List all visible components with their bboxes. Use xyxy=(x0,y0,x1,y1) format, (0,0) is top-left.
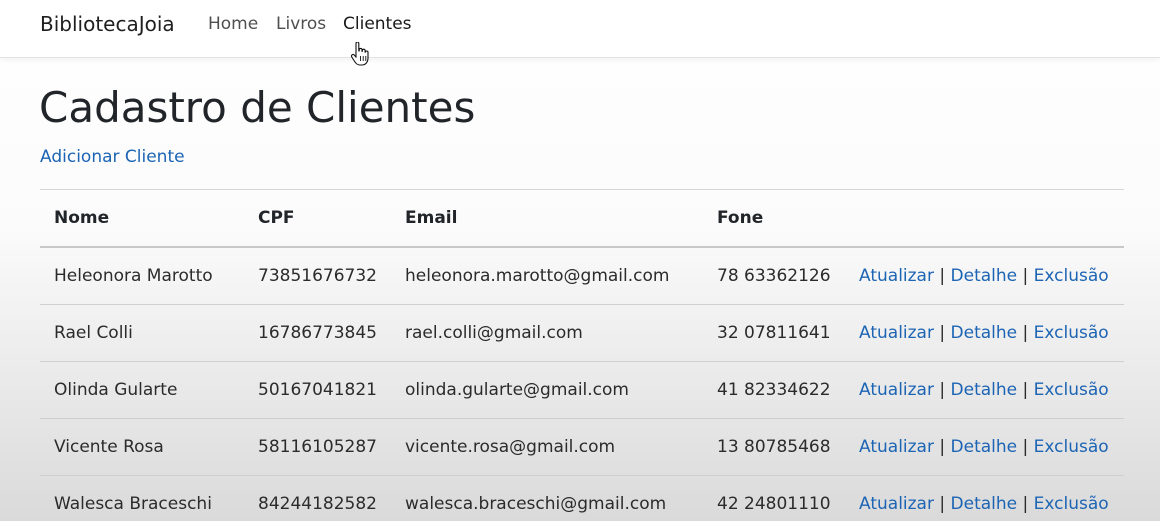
cell-cpf: 58116105287 xyxy=(244,418,391,476)
add-client-link[interactable]: Adicionar Cliente xyxy=(40,145,185,169)
header-fone: Fone xyxy=(703,189,845,248)
table-header-row: Nome CPF Email Fone xyxy=(40,189,1124,248)
nav-clientes-link[interactable]: Clientes xyxy=(343,12,412,36)
delete-link[interactable]: Exclusão xyxy=(1034,323,1109,343)
header-cpf: CPF xyxy=(244,189,391,248)
clients-table: Nome CPF Email Fone Heleonora Marotto 73… xyxy=(40,189,1124,521)
cell-actions: Atualizar | Detalhe | Exclusão xyxy=(845,361,1124,419)
cell-cpf: 50167041821 xyxy=(244,361,391,419)
table-row: Heleonora Marotto 73851676732 heleonora.… xyxy=(40,247,1124,305)
update-link[interactable]: Atualizar xyxy=(859,323,934,343)
detail-link[interactable]: Detalhe xyxy=(951,494,1018,514)
separator: | xyxy=(1022,266,1029,286)
page-title: Cadastro de Clientes xyxy=(39,83,476,132)
update-link[interactable]: Atualizar xyxy=(859,494,934,514)
brand-link[interactable]: BibliotecaJoia xyxy=(40,10,175,38)
cell-email: olinda.gularte@gmail.com xyxy=(391,361,703,419)
cell-fone: 42 24801110 xyxy=(703,475,845,521)
table-row: Vicente Rosa 58116105287 vicente.rosa@gm… xyxy=(40,418,1124,476)
cell-email: vicente.rosa@gmail.com xyxy=(391,418,703,476)
cell-actions: Atualizar | Detalhe | Exclusão xyxy=(845,247,1124,305)
detail-link[interactable]: Detalhe xyxy=(951,323,1018,343)
nav-home-link[interactable]: Home xyxy=(208,12,258,36)
separator: | xyxy=(1022,323,1029,343)
cell-actions: Atualizar | Detalhe | Exclusão xyxy=(845,475,1124,521)
navbar: BibliotecaJoia Home Livros Clientes xyxy=(0,0,1160,58)
separator: | xyxy=(1022,380,1029,400)
cell-nome: Heleonora Marotto xyxy=(40,247,244,305)
separator: | xyxy=(939,323,946,343)
cell-email: rael.colli@gmail.com xyxy=(391,304,703,362)
separator: | xyxy=(939,380,946,400)
separator: | xyxy=(1022,494,1029,514)
header-actions xyxy=(845,189,1124,248)
separator: | xyxy=(939,266,946,286)
cell-nome: Walesca Braceschi xyxy=(40,475,244,521)
delete-link[interactable]: Exclusão xyxy=(1034,494,1109,514)
separator: | xyxy=(939,437,946,457)
cell-cpf: 73851676732 xyxy=(244,247,391,305)
table-row: Rael Colli 16786773845 rael.colli@gmail.… xyxy=(40,304,1124,362)
cell-actions: Atualizar | Detalhe | Exclusão xyxy=(845,304,1124,362)
cell-actions: Atualizar | Detalhe | Exclusão xyxy=(845,418,1124,476)
table-row: Walesca Braceschi 84244182582 walesca.br… xyxy=(40,475,1124,521)
cell-cpf: 84244182582 xyxy=(244,475,391,521)
nav-livros-link[interactable]: Livros xyxy=(276,12,326,36)
table-row: Olinda Gularte 50167041821 olinda.gulart… xyxy=(40,361,1124,419)
cell-fone: 41 82334622 xyxy=(703,361,845,419)
cell-nome: Rael Colli xyxy=(40,304,244,362)
detail-link[interactable]: Detalhe xyxy=(951,437,1018,457)
cell-email: walesca.braceschi@gmail.com xyxy=(391,475,703,521)
cell-cpf: 16786773845 xyxy=(244,304,391,362)
detail-link[interactable]: Detalhe xyxy=(951,380,1018,400)
detail-link[interactable]: Detalhe xyxy=(951,266,1018,286)
separator: | xyxy=(939,494,946,514)
update-link[interactable]: Atualizar xyxy=(859,266,934,286)
cell-nome: Olinda Gularte xyxy=(40,361,244,419)
cell-nome: Vicente Rosa xyxy=(40,418,244,476)
header-email: Email xyxy=(391,189,703,248)
cell-email: heleonora.marotto@gmail.com xyxy=(391,247,703,305)
update-link[interactable]: Atualizar xyxy=(859,380,934,400)
update-link[interactable]: Atualizar xyxy=(859,437,934,457)
cell-fone: 13 80785468 xyxy=(703,418,845,476)
delete-link[interactable]: Exclusão xyxy=(1034,437,1109,457)
cell-fone: 32 07811641 xyxy=(703,304,845,362)
separator: | xyxy=(1022,437,1029,457)
hand-pointer-icon xyxy=(350,42,369,66)
delete-link[interactable]: Exclusão xyxy=(1034,266,1109,286)
cell-fone: 78 63362126 xyxy=(703,247,845,305)
delete-link[interactable]: Exclusão xyxy=(1034,380,1109,400)
header-nome: Nome xyxy=(40,189,244,248)
